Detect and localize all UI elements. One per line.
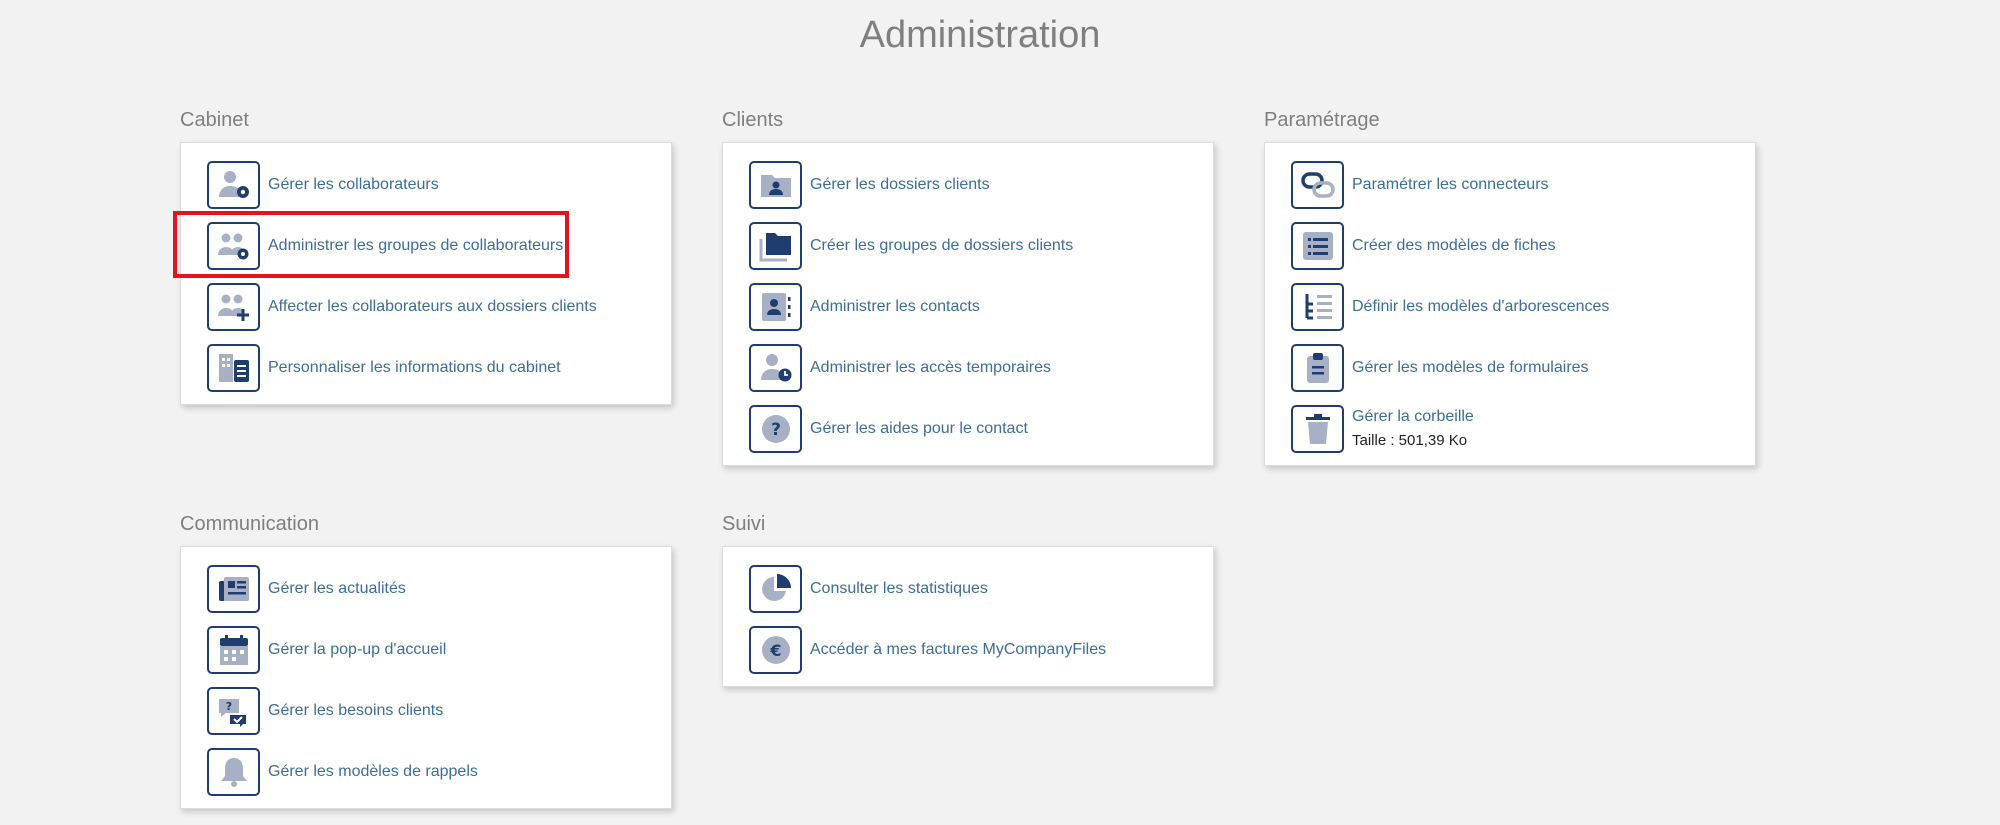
manage-client-needs-link[interactable]: ? Gérer les besoins clients	[181, 680, 671, 741]
calendar-icon	[207, 625, 260, 674]
item-label: Paramétrer les connecteurs	[1352, 175, 1549, 193]
define-tree-models-link[interactable]: Définir les modèles d'arborescences	[1265, 276, 1755, 337]
item-label: Gérer les besoins clients	[268, 701, 444, 719]
folders-icon	[749, 221, 802, 270]
card-suivi: Consulter les statistiques € Accéder à m…	[722, 546, 1214, 687]
create-form-models-link[interactable]: Créer des modèles de fiches	[1265, 215, 1755, 276]
item-label: Gérer les dossiers clients	[810, 175, 990, 193]
svg-text:?: ?	[771, 420, 781, 440]
section-title-clients: Clients	[722, 109, 784, 131]
card-communication: Gérer les actualités Gérer la pop-up d'a…	[180, 546, 672, 809]
clipboard-icon	[1291, 343, 1344, 392]
create-folder-groups-link[interactable]: Créer les groupes de dossiers clients	[723, 215, 1213, 276]
svg-text:€: €	[769, 641, 781, 660]
newspaper-icon	[207, 564, 260, 613]
item-label: Créer les groupes de dossiers clients	[810, 236, 1074, 254]
link-icon	[1291, 160, 1344, 209]
access-invoices-link[interactable]: € Accéder à mes factures MyCompanyFiles	[723, 619, 1213, 680]
item-label: Gérer la pop-up d'accueil	[268, 640, 447, 658]
item-label: Gérer les aides pour le contact	[810, 419, 1028, 437]
manage-temporary-access-link[interactable]: Administrer les accès temporaires	[723, 337, 1213, 398]
trash-icon	[1291, 404, 1344, 453]
section-communication: Communication Gérer les actualités Gérer…	[180, 510, 672, 809]
folder-user-icon	[749, 160, 802, 209]
configure-connectors-link[interactable]: Paramétrer les connecteurs	[1265, 154, 1755, 215]
manage-form-templates-link[interactable]: Gérer les modèles de formulaires	[1265, 337, 1755, 398]
euro-icon: €	[749, 625, 802, 674]
section-title-cabinet: Cabinet	[180, 109, 249, 131]
manage-client-folders-link[interactable]: Gérer les dossiers clients	[723, 154, 1213, 215]
item-label: Gérer les collaborateurs	[268, 175, 439, 193]
section-title-communication: Communication	[180, 513, 319, 535]
pie-chart-icon	[749, 564, 802, 613]
card-parametrage: Paramétrer les connecteurs Créer des mod…	[1264, 142, 1756, 466]
user-clock-icon	[749, 343, 802, 392]
users-plus-icon	[207, 282, 260, 331]
item-label: Affecter les collaborateurs aux dossiers…	[268, 297, 597, 315]
section-parametrage: Paramétrage Paramétrer les connecteurs C…	[1264, 106, 1756, 466]
section-clients: Clients Gérer les dossiers clients Créer…	[722, 106, 1214, 466]
building-list-icon	[207, 343, 260, 392]
user-gear-icon	[207, 160, 260, 209]
item-label: Accéder à mes factures MyCompanyFiles	[810, 640, 1107, 658]
manage-contacts-link[interactable]: Administrer les contacts	[723, 276, 1213, 337]
item-label: Définir les modèles d'arborescences	[1352, 297, 1610, 315]
svg-text:?: ?	[225, 700, 231, 713]
item-label: Administrer les contacts	[810, 297, 980, 315]
item-label: Gérer les modèles de rappels	[268, 762, 478, 780]
manage-welcome-popup-link[interactable]: Gérer la pop-up d'accueil	[181, 619, 671, 680]
view-statistics-link[interactable]: Consulter les statistiques	[723, 558, 1213, 619]
section-cabinet: Cabinet Gérer les collaborateurs Adminis…	[173, 106, 672, 405]
item-label: Créer des modèles de fiches	[1352, 236, 1556, 254]
manage-contact-help-link[interactable]: ? Gérer les aides pour le contact	[723, 398, 1213, 459]
section-suivi: Suivi Consulter les statistiques € Accéd…	[722, 510, 1214, 687]
assign-collaborators-link[interactable]: Affecter les collaborateurs aux dossiers…	[181, 276, 671, 337]
section-title-suivi: Suivi	[722, 513, 766, 535]
contact-card-icon	[749, 282, 802, 331]
item-label: Administrer les groupes de collaborateur…	[268, 236, 564, 254]
list-icon	[1291, 221, 1344, 270]
item-label: Consulter les statistiques	[810, 579, 988, 597]
question-icon: ?	[749, 404, 802, 453]
item-label: Administrer les accès temporaires	[810, 358, 1051, 376]
chat-question-check-icon: ?	[207, 686, 260, 735]
customize-cabinet-info-link[interactable]: Personnaliser les informations du cabine…	[181, 337, 671, 398]
manage-collaborators-link[interactable]: Gérer les collaborateurs	[181, 154, 671, 215]
users-gear-icon	[207, 221, 260, 270]
tree-icon	[1291, 282, 1344, 331]
item-label: Personnaliser les informations du cabine…	[268, 358, 561, 376]
trash-size-text: Taille : 501,39 Ko	[1352, 432, 1468, 449]
item-label: Gérer les modèles de formulaires	[1352, 358, 1589, 376]
card-cabinet: Gérer les collaborateurs Administrer les…	[173, 142, 672, 405]
card-clients: Gérer les dossiers clients Créer les gro…	[722, 142, 1214, 466]
item-label: Gérer la corbeille	[1352, 408, 1474, 425]
manage-news-link[interactable]: Gérer les actualités	[181, 558, 671, 619]
item-label: Gérer les actualités	[268, 579, 406, 597]
manage-reminder-models-link[interactable]: Gérer les modèles de rappels	[181, 741, 671, 802]
page-title: Administration	[859, 14, 1101, 56]
manage-trash-link[interactable]: Gérer la corbeille Taille : 501,39 Ko	[1265, 398, 1755, 459]
section-title-parametrage: Paramétrage	[1264, 109, 1380, 131]
manage-collaborator-groups-link[interactable]: Administrer les groupes de collaborateur…	[173, 211, 671, 278]
bell-icon	[207, 747, 260, 796]
